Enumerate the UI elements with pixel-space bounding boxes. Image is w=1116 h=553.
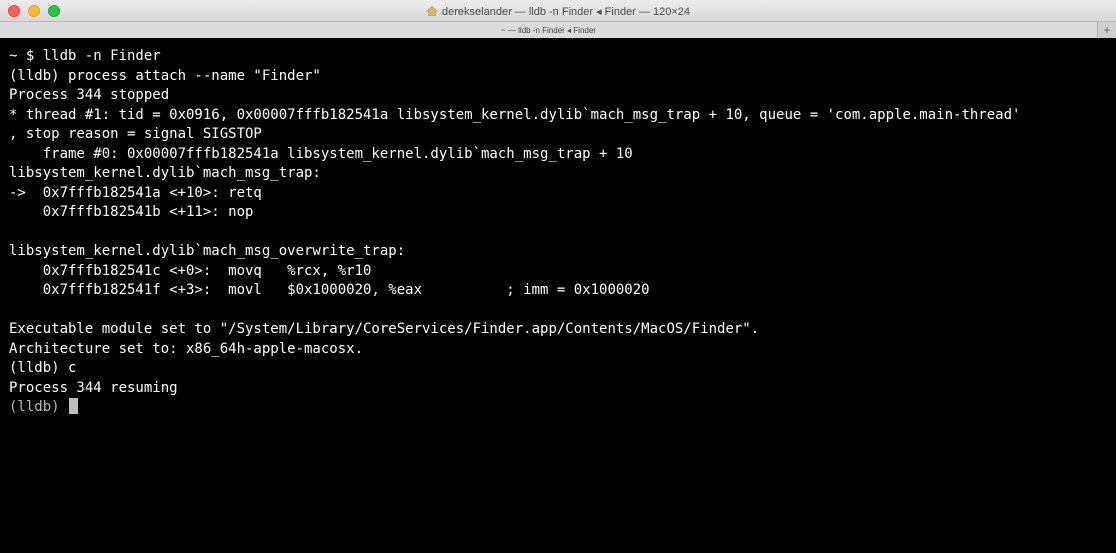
terminal-line: Process 344 stopped: [9, 87, 170, 103]
terminal-line: libsystem_kernel.dylib`mach_msg_overwrit…: [9, 243, 406, 259]
terminal-line: (lldb) c: [9, 360, 77, 376]
terminal-line: Architecture set to: x86_64h-apple-macos…: [9, 340, 364, 357]
terminal-line: libsystem_kernel.dylib`mach_msg_trap:: [9, 165, 321, 181]
terminal-line: , stop reason = signal SIGSTOP: [9, 126, 262, 142]
window-title: derekselander — lldb -n Finder ◂ Finder …: [442, 5, 690, 18]
terminal-line: Executable module set to "/System/Librar…: [9, 321, 760, 337]
tab-bar: ~ — lldb -n Finder ◂ Finder +: [0, 22, 1116, 38]
terminal-line: ~ $ lldb -n Finder: [9, 48, 161, 64]
tab-label: ~ — lldb -n Finder ◂ Finder: [501, 25, 596, 35]
zoom-icon[interactable]: [48, 5, 60, 17]
prompt-text: (lldb): [9, 399, 69, 415]
window-title-wrap: derekselander — lldb -n Finder ◂ Finder …: [0, 0, 1116, 22]
close-icon[interactable]: [8, 5, 20, 17]
terminal-line: -> 0x7fffb182541a <+10>: retq: [9, 184, 262, 201]
terminal-window: derekselander — lldb -n Finder ◂ Finder …: [0, 0, 1116, 553]
home-folder-icon: [426, 6, 438, 16]
minimize-icon[interactable]: [28, 5, 40, 17]
prompt-line[interactable]: (lldb): [9, 398, 1116, 418]
terminal-line: frame #0: 0x00007fffb182541a libsystem_k…: [9, 145, 633, 162]
title-bar[interactable]: derekselander — lldb -n Finder ◂ Finder …: [0, 0, 1116, 22]
terminal-output[interactable]: ~ $ lldb -n Finder (lldb) process attach…: [0, 39, 1116, 553]
terminal-line: 0x7fffb182541f <+3>: movl $0x1000020, %e…: [9, 282, 650, 298]
terminal-line: 0x7fffb182541c <+0>: movq %rcx, %r10: [9, 262, 372, 279]
add-tab-button[interactable]: +: [1098, 22, 1116, 38]
terminal-line: (lldb) process attach --name "Finder": [9, 67, 321, 84]
tab-lldb-finder[interactable]: ~ — lldb -n Finder ◂ Finder: [0, 22, 1098, 38]
terminal-line: * thread #1: tid = 0x0916, 0x00007fffb18…: [9, 106, 1021, 123]
terminal-cursor: [69, 398, 79, 414]
terminal-line: 0x7fffb182541b <+11>: nop: [9, 204, 254, 220]
terminal-line: Process 344 resuming: [9, 379, 178, 396]
